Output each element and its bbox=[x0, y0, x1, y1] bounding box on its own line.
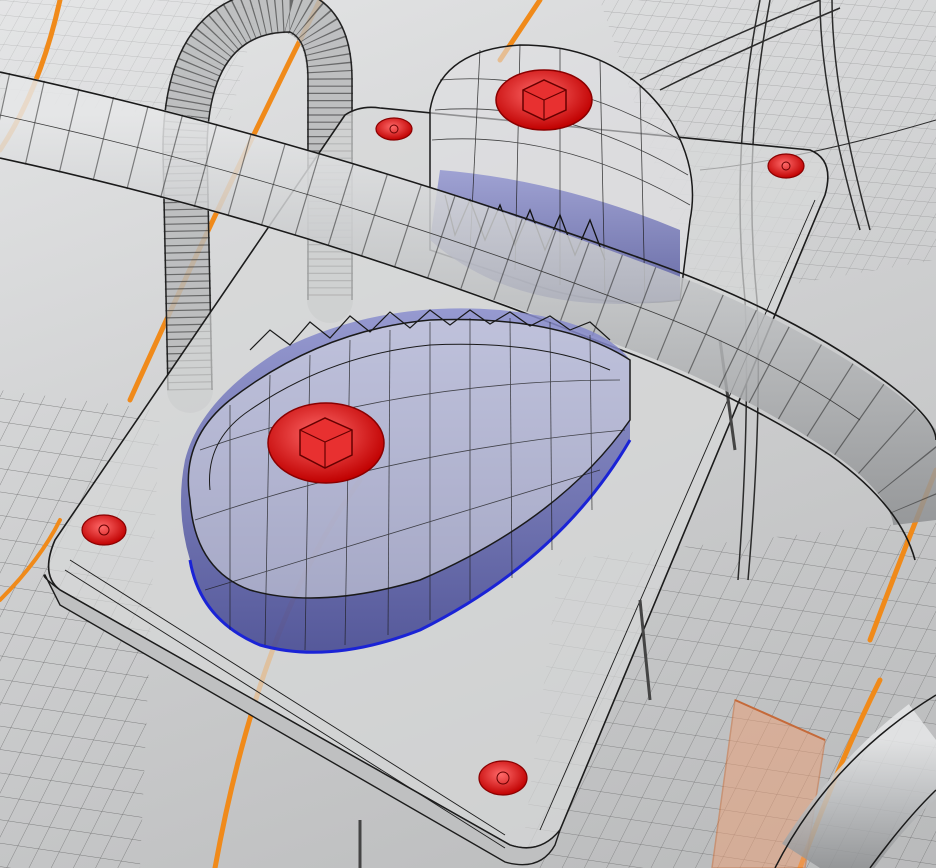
scene-canvas[interactable] bbox=[0, 0, 936, 868]
bolt-large-back[interactable] bbox=[495, 69, 593, 131]
3d-viewport[interactable]: ghosted-wireframe bbox=[0, 0, 936, 868]
bolt-large-front[interactable] bbox=[267, 402, 385, 484]
